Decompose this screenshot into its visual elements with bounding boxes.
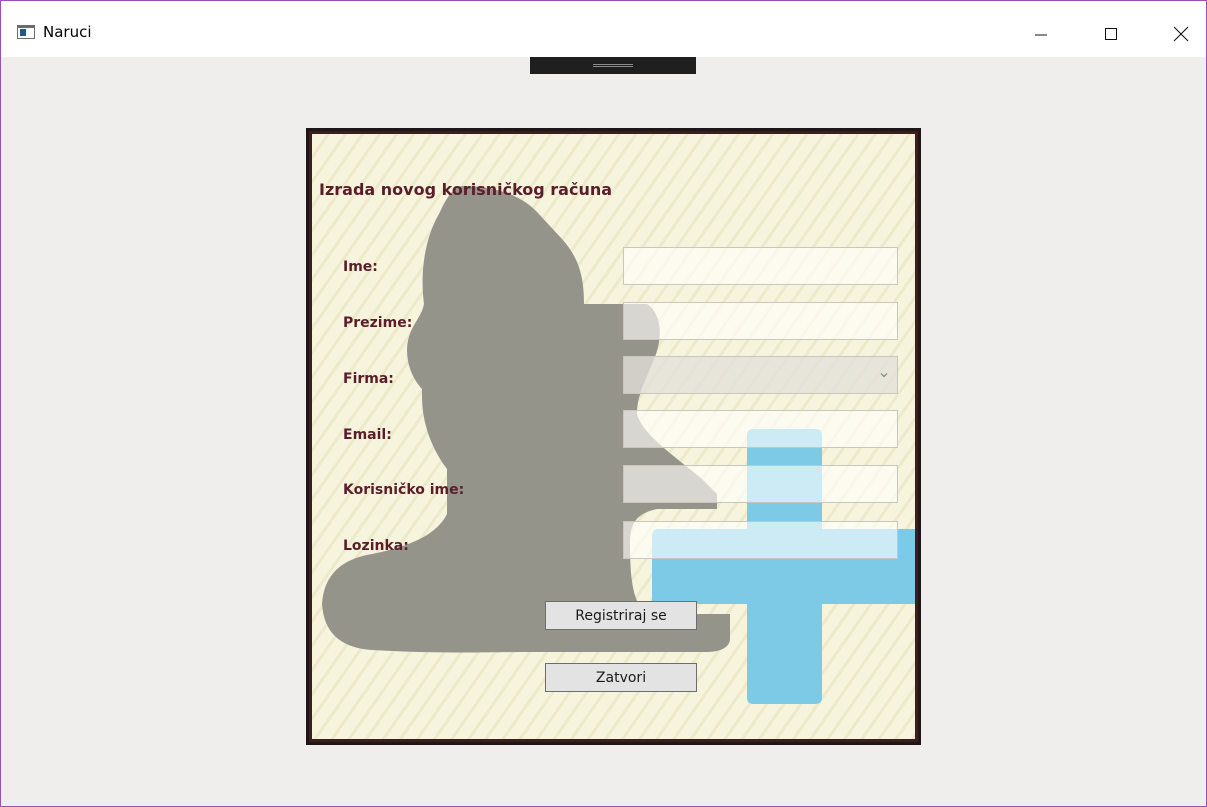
- chevron-down-icon: [880, 373, 888, 378]
- app-window: Naruci Izrada novog korisničkog računa I…: [0, 0, 1207, 807]
- username-field[interactable]: [623, 465, 898, 503]
- last-name-label: Prezime:: [343, 315, 413, 331]
- close-button[interactable]: Zatvori: [545, 663, 697, 692]
- password-field[interactable]: [623, 521, 898, 559]
- close-window-button[interactable]: [1158, 13, 1204, 55]
- email-field[interactable]: [623, 410, 898, 448]
- maximize-icon: [1105, 28, 1117, 40]
- drag-handle[interactable]: [530, 57, 696, 74]
- password-label: Lozinka:: [343, 538, 409, 554]
- registration-panel-body: Izrada novog korisničkog računa Ime: Pre…: [312, 134, 915, 739]
- company-label: Firma:: [343, 371, 394, 387]
- title-bar[interactable]: Naruci: [1, 1, 1206, 57]
- company-select[interactable]: [623, 356, 898, 394]
- email-label: Email:: [343, 427, 392, 443]
- registration-panel: Izrada novog korisničkog računa Ime: Pre…: [306, 128, 921, 745]
- maximize-button[interactable]: [1088, 13, 1134, 55]
- close-icon: [1173, 26, 1189, 42]
- first-name-label: Ime:: [343, 259, 378, 275]
- username-label: Korisničko ime:: [343, 482, 465, 498]
- last-name-field[interactable]: [623, 302, 898, 340]
- form-title: Izrada novog korisničkog računa: [319, 180, 613, 199]
- minimize-button[interactable]: [1018, 13, 1064, 55]
- grip-icon: [593, 64, 633, 67]
- first-name-field[interactable]: [623, 247, 898, 285]
- app-icon: [17, 25, 35, 39]
- minimize-icon: [1035, 34, 1047, 36]
- window-title: Naruci: [43, 23, 92, 41]
- register-button[interactable]: Registriraj se: [545, 601, 697, 630]
